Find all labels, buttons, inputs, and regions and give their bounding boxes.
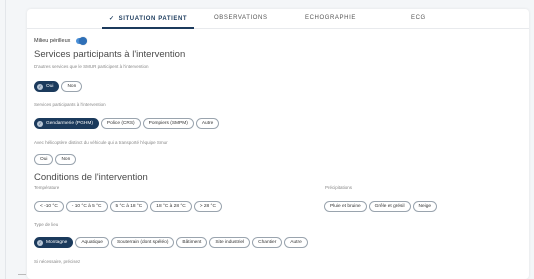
tab-situation-patient[interactable]: ✓ SITUATION PATIENT xyxy=(109,15,187,22)
check-circle-icon: ✓ xyxy=(37,239,43,246)
conditions-title: Conditions de l'intervention xyxy=(34,172,148,183)
chip-montagne[interactable]: ✓ Montagne xyxy=(34,237,74,248)
chip-temp-1[interactable]: < -10 °C xyxy=(34,201,64,212)
tab-echographie[interactable]: ECHOGRAPHIE xyxy=(305,15,356,21)
chip-temp-4[interactable]: 18 °C à 28 °C xyxy=(150,201,192,212)
chip-temp-3[interactable]: 5 °C à 18 °C xyxy=(109,201,149,212)
services-oui-non-group: ✓ Oui Non xyxy=(34,81,83,92)
chip-batiment[interactable]: Bâtiment xyxy=(176,237,208,248)
participants-label: Services participants à l'intervention xyxy=(34,102,106,107)
chip-pluie[interactable]: Pluie et bruine xyxy=(324,201,367,212)
chip-helicopter-non[interactable]: Non xyxy=(55,154,77,165)
temperature-label: Température xyxy=(34,185,60,190)
chip-autre-service[interactable]: Autre xyxy=(195,118,220,129)
chip-non[interactable]: Non xyxy=(61,81,83,92)
helicopter-group: Oui Non xyxy=(34,154,77,165)
chip-site-industriel[interactable]: Site industriel xyxy=(209,237,251,248)
services-title: Services participants à l'intervention xyxy=(34,49,186,60)
precipitations-group: Pluie et bruine Grêle et grésil Neige xyxy=(324,201,438,212)
check-circle-icon: ✓ xyxy=(37,83,43,90)
chip-gendarmerie[interactable]: ✓ Gendarmerie (PGHM) xyxy=(34,118,99,129)
tab-bar: ✓ SITUATION PATIENT OBSERVATIONS ECHOGRAP… xyxy=(27,9,529,29)
chip-pompiers[interactable]: Pompiers (SMPM) xyxy=(142,118,194,129)
chip-autre-lieu[interactable]: Autre xyxy=(284,237,308,248)
helicopter-label: Avec hélicoptère distinct du véhicule qu… xyxy=(34,140,168,145)
chip-police[interactable]: Police (CRS) xyxy=(100,118,141,129)
chip-temp-5[interactable]: > 28 °C xyxy=(193,201,222,212)
form-card: ✓ SITUATION PATIENT OBSERVATIONS ECHOGRAP… xyxy=(27,9,529,279)
tab-ecg[interactable]: ECG xyxy=(411,15,426,21)
precipitations-label: Précipitations xyxy=(325,185,353,190)
chip-helicopter-oui[interactable]: Oui xyxy=(34,154,54,165)
chip-temp-2[interactable]: - 10 °C à 5 °C xyxy=(65,201,108,212)
chip-chantier[interactable]: Chantier xyxy=(252,237,283,248)
lieu-group: ✓ Montagne Aquatique Souterrain (dont spé… xyxy=(34,237,308,248)
chip-souterrain[interactable]: Souterrain (dont spéléo) xyxy=(110,237,175,248)
chip-aquatique[interactable]: Aquatique xyxy=(75,237,109,248)
chip-grele[interactable]: Grêle et grésil xyxy=(368,201,411,212)
bottom-mark xyxy=(18,274,26,275)
temperature-group: < -10 °C - 10 °C à 5 °C 5 °C à 18 °C 18 … xyxy=(34,201,222,212)
precisez-label: Si nécessaire, précisez xyxy=(34,259,81,264)
tab-observations[interactable]: OBSERVATIONS xyxy=(214,15,268,21)
milieu-perilleux-toggle[interactable] xyxy=(76,37,87,45)
chip-neige[interactable]: Neige xyxy=(412,201,438,212)
left-divider xyxy=(5,0,6,279)
participants-group: ✓ Gendarmerie (PGHM) Police (CRS) Pompier… xyxy=(34,118,220,129)
check-circle-icon: ✓ xyxy=(37,120,43,127)
milieu-perilleux-label: Milieu périlleux xyxy=(34,38,71,44)
lieu-label: Type de lieu xyxy=(34,222,59,227)
chip-oui[interactable]: ✓ Oui xyxy=(34,81,60,92)
check-icon: ✓ xyxy=(109,16,115,22)
active-tab-indicator xyxy=(102,27,194,29)
services-subtitle: D'autres services que le SMUR participen… xyxy=(34,64,149,69)
